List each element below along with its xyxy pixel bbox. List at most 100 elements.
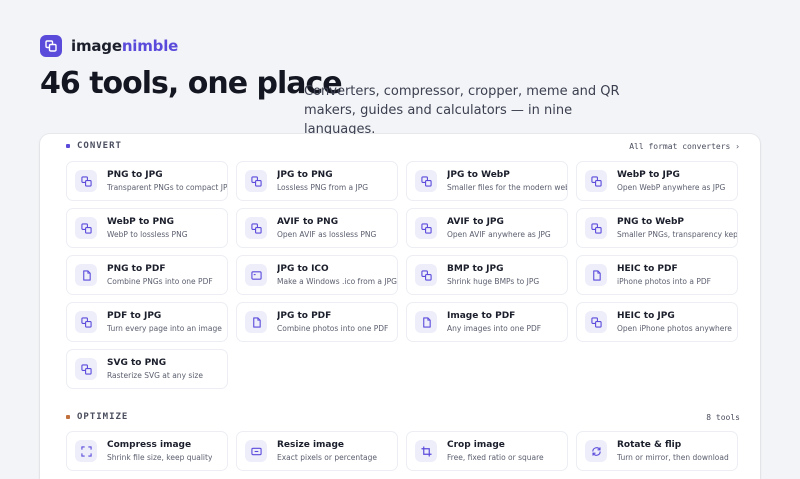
tool-card-webp-to-jpg[interactable]: WebP to JPG Open WebP anywhere as JPG — [576, 161, 738, 201]
tool-card-title: BMP to JPG — [447, 264, 504, 274]
tool-card-description: Exact pixels or percentage — [277, 453, 378, 462]
tool-card-description: Combine PNGs into one PDF — [107, 277, 213, 286]
tool-card-title: SVG to PNG — [107, 358, 167, 368]
convert-icon — [75, 217, 97, 239]
optimize-tool-count: 8 tools — [706, 412, 740, 422]
tool-card-title: Rotate & flip — [617, 440, 682, 450]
tool-card-description: Free, fixed ratio or square — [447, 453, 544, 462]
tool-card-description: Make a Windows .ico from a JPG — [277, 277, 397, 286]
tool-card-description: Turn every page into an image — [107, 324, 222, 333]
tool-card-description: Open AVIF anywhere as JPG — [447, 230, 551, 239]
tool-card-bmp-to-jpg[interactable]: BMP to JPG Shrink huge BMPs to JPG — [406, 255, 568, 295]
brand[interactable]: imagenimble — [40, 35, 178, 57]
tool-card-description: Any images into one PDF — [447, 324, 542, 333]
section-dot-icon — [66, 415, 70, 419]
tool-card-description: Shrink huge BMPs to JPG — [447, 277, 540, 286]
tool-card-png-to-jpg[interactable]: PNG to JPG Transparent PNGs to compact JP… — [66, 161, 228, 201]
tool-card-pdf-to-jpg[interactable]: PDF to JPG Turn every page into an image — [66, 302, 228, 342]
tool-card-svg-to-png[interactable]: SVG to PNG Rasterize SVG at any size — [66, 349, 228, 389]
resize-icon — [245, 440, 267, 462]
tool-card-description: WebP to lossless PNG — [107, 230, 188, 239]
document-icon — [245, 311, 267, 333]
tool-card-description: Rasterize SVG at any size — [107, 371, 203, 380]
tool-card-title: JPG to PNG — [277, 170, 333, 180]
tool-card-description: Open iPhone photos anywhere — [617, 324, 732, 333]
tool-card-webp-to-png[interactable]: WebP to PNG WebP to lossless PNG — [66, 208, 228, 248]
tool-card-png-to-pdf[interactable]: PNG to PDF Combine PNGs into one PDF — [66, 255, 228, 295]
tool-card-description: Shrink file size, keep quality — [107, 453, 213, 462]
section-label-convert: CONVERT — [77, 141, 122, 151]
convert-icon — [415, 217, 437, 239]
convert-icon — [75, 358, 97, 380]
section-header-convert: CONVERT All format converters › — [66, 141, 740, 151]
section-label-optimize: OPTIMIZE — [77, 412, 129, 422]
convert-icon — [245, 170, 267, 192]
tool-card-jpg-to-webp[interactable]: JPG to WebP Smaller files for the modern … — [406, 161, 568, 201]
tool-card-title: HEIC to PDF — [617, 264, 678, 274]
tool-card-title: HEIC to JPG — [617, 311, 675, 321]
convert-tools-grid: PNG to JPG Transparent PNGs to compact JP… — [66, 161, 738, 389]
tool-card-title: JPG to PDF — [277, 311, 332, 321]
tool-card-title: PNG to JPG — [107, 170, 163, 180]
convert-icon — [75, 170, 97, 192]
tool-card-title: Resize image — [277, 440, 345, 450]
section-dot-icon — [66, 144, 70, 148]
tool-card-description: Lossless PNG from a JPG — [277, 183, 369, 192]
document-icon — [75, 264, 97, 286]
rotate-icon — [585, 440, 607, 462]
all-format-converters-link[interactable]: All format converters › — [629, 142, 740, 151]
tool-card-title: AVIF to JPG — [447, 217, 504, 227]
tool-card-heic-to-jpg[interactable]: HEIC to JPG Open iPhone photos anywhere — [576, 302, 738, 342]
tool-card-avif-to-png[interactable]: AVIF to PNG Open AVIF as lossless PNG — [236, 208, 398, 248]
tool-card-rotate-and-flip[interactable]: Rotate & flip Turn or mirror, then downlo… — [576, 431, 738, 471]
convert-icon — [415, 264, 437, 286]
tools-panel: CONVERT All format converters › PNG to J… — [40, 134, 760, 479]
convert-icon — [585, 217, 607, 239]
tool-card-title: WebP to PNG — [107, 217, 175, 227]
tool-card-title: PNG to WebP — [617, 217, 685, 227]
tool-card-jpg-to-pdf[interactable]: JPG to PDF Combine photos into one PDF — [236, 302, 398, 342]
compress-icon — [75, 440, 97, 462]
tool-card-jpg-to-ico[interactable]: JPG to ICO Make a Windows .ico from a JPG — [236, 255, 398, 295]
convert-icon — [75, 311, 97, 333]
tool-card-compress-image[interactable]: Compress image Shrink file size, keep qua… — [66, 431, 228, 471]
window-icon — [245, 264, 267, 286]
tool-card-title: Image to PDF — [447, 311, 516, 321]
section-header-optimize: OPTIMIZE 8 tools — [66, 412, 740, 422]
tool-card-crop-image[interactable]: Crop image Free, fixed ratio or square — [406, 431, 568, 471]
convert-icon — [585, 170, 607, 192]
crop-icon — [415, 440, 437, 462]
convert-icon — [415, 170, 437, 192]
tool-card-jpg-to-png[interactable]: JPG to PNG Lossless PNG from a JPG — [236, 161, 398, 201]
document-icon — [585, 264, 607, 286]
page-title: 46 tools, one place — [40, 66, 343, 101]
tool-card-title: Crop image — [447, 440, 505, 450]
tool-card-title: Compress image — [107, 440, 192, 450]
tool-card-description: Smaller files for the modern web — [447, 183, 567, 192]
tool-card-title: JPG to ICO — [277, 264, 329, 274]
tool-card-title: AVIF to PNG — [277, 217, 339, 227]
tool-card-description: Smaller PNGs, transparency kept — [617, 230, 737, 239]
tool-card-png-to-webp[interactable]: PNG to WebP Smaller PNGs, transparency ke… — [576, 208, 738, 248]
tool-card-title: PDF to JPG — [107, 311, 162, 321]
tool-card-image-to-pdf[interactable]: Image to PDF Any images into one PDF — [406, 302, 568, 342]
overlapping-squares-icon — [40, 35, 62, 57]
tool-card-heic-to-pdf[interactable]: HEIC to PDF iPhone photos into a PDF — [576, 255, 738, 295]
tool-card-description: Combine photos into one PDF — [277, 324, 389, 333]
convert-icon — [585, 311, 607, 333]
tool-card-title: WebP to JPG — [617, 170, 680, 180]
tool-card-description: Transparent PNGs to compact JPGs — [107, 183, 227, 192]
optimize-tools-grid: Compress image Shrink file size, keep qua… — [66, 431, 738, 471]
tool-card-description: Open WebP anywhere as JPG — [617, 183, 726, 192]
tool-card-description: Turn or mirror, then download — [617, 453, 729, 462]
tool-card-resize-image[interactable]: Resize image Exact pixels or percentage — [236, 431, 398, 471]
document-icon — [415, 311, 437, 333]
tool-card-description: iPhone photos into a PDF — [617, 277, 711, 286]
tool-card-title: PNG to PDF — [107, 264, 166, 274]
page-subtitle: Converters, compressor, cropper, meme an… — [304, 84, 620, 137]
tool-card-description: Open AVIF as lossless PNG — [277, 230, 377, 239]
tool-card-avif-to-jpg[interactable]: AVIF to JPG Open AVIF anywhere as JPG — [406, 208, 568, 248]
tool-card-title: JPG to WebP — [447, 170, 510, 180]
brand-name: imagenimble — [71, 37, 179, 55]
convert-icon — [245, 217, 267, 239]
